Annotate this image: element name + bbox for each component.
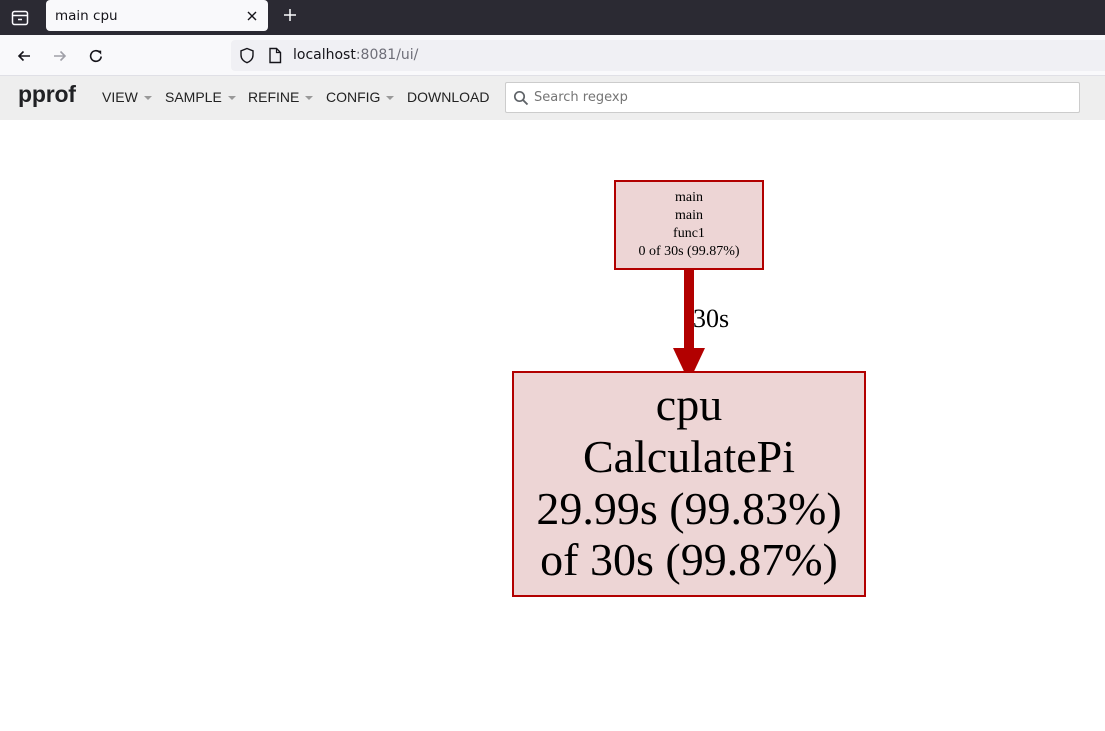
- back-arrow-icon: [17, 50, 30, 62]
- menu-download[interactable]: DOWNLOAD: [407, 89, 489, 105]
- caret-down-icon: [143, 96, 152, 101]
- caret-down-icon: [227, 96, 236, 101]
- close-icon: [247, 11, 257, 21]
- node-label-line: main: [675, 190, 703, 205]
- search-input[interactable]: [534, 83, 1074, 112]
- shield-icon[interactable]: [239, 47, 255, 64]
- menu-config-label: CONFIG: [326, 89, 381, 105]
- url-bar[interactable]: localhost:8081/ui/: [231, 40, 1105, 71]
- caret-down-icon: [305, 96, 314, 101]
- graph-node-cpu-calculatepi[interactable]: cpu CalculatePi 29.99s (99.83%) of 30s (…: [512, 371, 866, 597]
- call-graph-svg: main main func1 0 of 30s (99.87%) 30s cp…: [512, 180, 866, 597]
- browser-tab[interactable]: main cpu: [46, 0, 268, 31]
- forward-button[interactable]: [47, 43, 73, 69]
- tab-title: main cpu: [55, 7, 118, 24]
- menu-config[interactable]: CONFIG: [326, 89, 395, 105]
- tab-list-button[interactable]: [0, 0, 40, 35]
- search-box[interactable]: [505, 82, 1080, 113]
- reload-icon: [89, 49, 102, 63]
- graph-node-main-func1[interactable]: main main func1 0 of 30s (99.87%): [614, 180, 764, 270]
- node-label-line: func1: [673, 226, 705, 241]
- menu-refine[interactable]: REFINE: [248, 89, 314, 105]
- reload-button[interactable]: [83, 43, 109, 69]
- node-label-line: 29.99s (99.83%): [536, 483, 841, 534]
- menu-sample-label: SAMPLE: [165, 89, 222, 105]
- browser-tab-strip: main cpu: [0, 0, 1105, 35]
- caret-down-icon: [386, 96, 395, 101]
- node-label-line: 0 of 30s (99.87%): [638, 244, 739, 259]
- page-icon[interactable]: [268, 47, 282, 64]
- node-label-line: main: [675, 208, 703, 223]
- forward-arrow-icon: [54, 50, 67, 62]
- navigation-toolbar: localhost:8081/ui/: [0, 35, 1105, 76]
- node-label-line: cpu: [656, 379, 722, 430]
- edge-label: 30s: [693, 304, 729, 333]
- plus-icon: [284, 9, 296, 21]
- pprof-logo[interactable]: pprof: [18, 81, 76, 108]
- menu-view-label: VIEW: [102, 89, 138, 105]
- tab-list-icon: [11, 10, 29, 25]
- new-tab-button[interactable]: [278, 3, 302, 27]
- url-path: :8081/ui/: [355, 47, 419, 63]
- call-graph[interactable]: main main func1 0 of 30s (99.87%) 30s cp…: [0, 120, 1105, 731]
- node-label-line: CalculatePi: [583, 431, 795, 482]
- menu-download-label: DOWNLOAD: [407, 89, 490, 105]
- search-icon: [513, 90, 529, 106]
- node-label-line: of 30s (99.87%): [540, 534, 838, 585]
- pprof-header: pprof VIEW SAMPLE REFINE CONFIG DOWNLOAD: [0, 76, 1105, 120]
- back-button[interactable]: [11, 43, 37, 69]
- menu-refine-label: REFINE: [248, 89, 300, 105]
- graph-edge[interactable]: 30s: [673, 269, 729, 382]
- url-host: localhost: [293, 47, 356, 63]
- menu-sample[interactable]: SAMPLE: [165, 89, 236, 105]
- menu-view[interactable]: VIEW: [102, 89, 152, 105]
- url-text[interactable]: localhost:8081/ui/: [293, 47, 418, 63]
- tab-close-button[interactable]: [242, 6, 262, 26]
